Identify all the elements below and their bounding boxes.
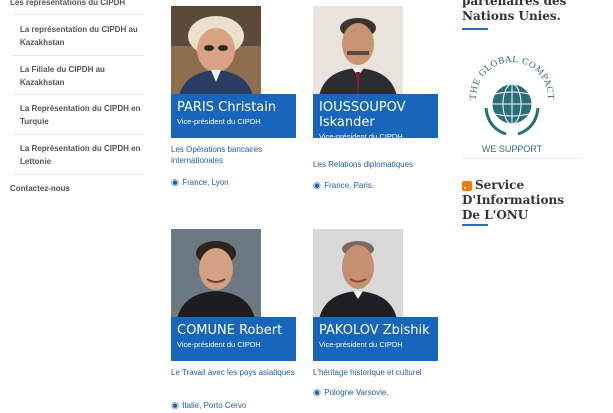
map-pin-icon: ◉ [313,387,321,397]
person-field: Le Travail avec les pays asiatiques [171,368,295,377]
global-compact-logo[interactable]: THE GLOBAL COMPACT WE SUPPORT [466,48,558,158]
person-name-box[interactable]: IOUSSOUPOV Iskander Vice-président du CI… [313,94,438,141]
person-name: COMUNE Robert [177,323,283,338]
sidebar-item-contact[interactable]: Contactez-nous [10,182,145,195]
person-location: ◉ Pologne Varsovie. [313,387,389,398]
person-name: IOUSSOUPOV Iskander [319,100,406,130]
person-location: ◉ Italie, Porto Cervo [171,400,246,411]
sidebar-item-lettonie[interactable]: La Représentation du CIPDH en Lettonie [20,142,142,168]
map-pin-icon: ◉ [313,180,321,190]
person-photo[interactable] [171,229,261,319]
heading-underline [462,28,488,30]
person-photo[interactable] [171,6,261,96]
sidebar-divider [12,174,144,175]
sidebar-item-kazakhstan-branch[interactable]: La Filiale du CIPDH au Kazakhstan [20,63,142,89]
person-name: PARIS Christain [177,100,277,115]
person-photo[interactable] [313,6,403,96]
person-field: Les Opérations bancaires internationales [171,145,263,165]
heading-underline [462,224,488,226]
sidebar-divider [12,134,144,135]
person-role: Vice-président du CIPDH [319,340,403,349]
sidebar-divider [12,94,144,95]
person-name: PAKOLOV Zbishik [319,323,430,338]
sidebar-divider [12,55,144,56]
rss-icon[interactable] [462,180,472,191]
person-name-box[interactable]: PAKOLOV Zbishik Vice-président du CIPDH [313,317,438,361]
person-photo[interactable] [313,229,403,319]
sidebar-item-kazakhstan-representation[interactable]: La représentation du CIPDH au Kazakhstan [20,23,142,49]
global-compact-bottom-text: WE SUPPORT [482,144,543,154]
person-role: Vice-président du CIPDH [319,132,403,141]
person-location: ◉ France, Paris. [313,180,374,191]
person-name-box[interactable]: COMUNE Robert Vice-président du CIPDH [171,317,296,361]
person-field: L'héritage historique et culturel [313,368,422,377]
map-pin-icon: ◉ [171,400,179,410]
sidebar-divider [12,14,144,15]
person-role: Vice-président du CIPDH [177,340,261,349]
news-heading[interactable]: Service D'Informations De L'ONU [462,178,574,223]
person-location: ◉ France, Lyon [171,177,229,188]
sidebar-item-turquie[interactable]: La Représentation du CIPDH en Turquie [20,102,142,128]
person-location-text: France, Lyon [182,178,229,187]
right-divider [462,158,582,159]
person-field: Les Relations diplomatiques [313,160,414,169]
person-location-text: Italie, Porto Cervo [182,401,247,410]
person-role: Vice-président du CIPDH [177,117,261,126]
sidebar-item-representations[interactable]: Les représentations du CIPDH [10,0,145,9]
map-pin-icon: ◉ [171,177,179,187]
partners-heading: partenaires des Nations Unies. [462,0,567,23]
un-globe-laurel-icon: THE GLOBAL COMPACT WE SUPPORT [469,55,555,154]
news-heading-text: Service D'Informations De L'ONU [462,178,564,222]
person-location-text: France, Paris. [324,181,375,190]
person-name-box[interactable]: PARIS Christain Vice-président du CIPDH [171,94,296,138]
person-location-text: Pologne Varsovie. [324,388,389,397]
